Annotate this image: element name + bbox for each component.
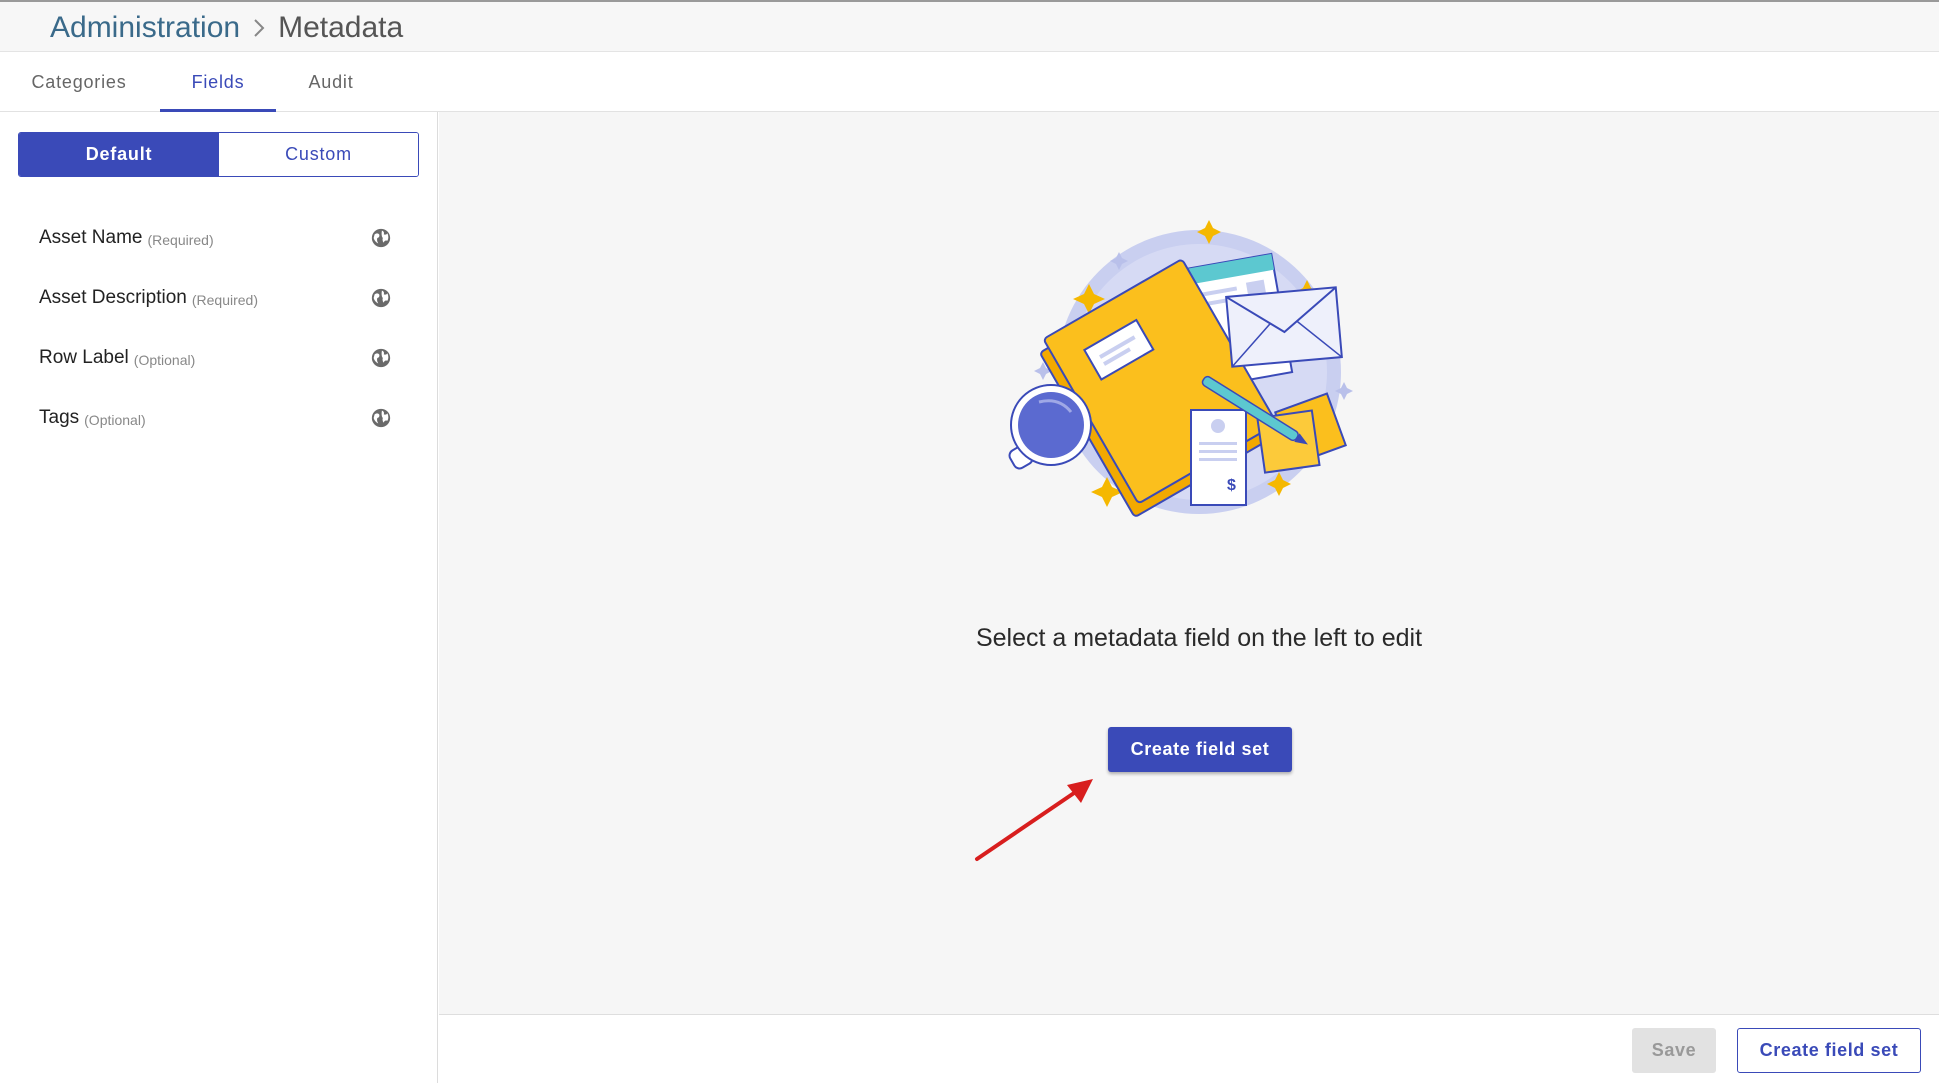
default-custom-toggle: Default Custom [18,132,419,177]
field-name: Tags [39,407,80,428]
globe-icon [371,348,391,368]
globe-icon [371,228,391,248]
footer-create-field-set-button[interactable]: Create field set [1737,1028,1921,1073]
field-item-tags[interactable]: Tags (Optional) [0,388,437,448]
tab-audit[interactable]: Audit [300,52,362,112]
breadcrumb-administration-link[interactable]: Administration [50,10,240,46]
create-field-set-button[interactable]: Create field set [1108,727,1292,772]
custom-toggle-button[interactable]: Custom [219,133,418,176]
footer-bar: Save Create field set [439,1014,1939,1083]
field-item-row-label[interactable]: Row Label (Optional) [0,328,437,388]
svg-text:$: $ [1227,477,1236,494]
main-panel: $ Select a metadata field on the left to… [439,112,1939,1014]
empty-state-message: Select a metadata field on the left to e… [975,624,1423,652]
field-name: Asset Description [39,287,187,308]
default-toggle-button[interactable]: Default [19,133,219,176]
breadcrumb: Administration Metadata [50,10,403,46]
field-name: Asset Name [39,227,143,248]
chevron-right-icon [252,17,266,39]
field-requirement: (Required) [191,291,258,308]
breadcrumb-current: Metadata [278,11,404,44]
save-button[interactable]: Save [1632,1028,1716,1073]
tab-fields[interactable]: Fields [160,52,276,112]
fields-sidebar: Default Custom Asset Name (Required) Ass… [0,112,438,1083]
field-name: Row Label [39,347,129,368]
documents-illustration: $ [1008,220,1353,517]
field-requirement: (Optional) [133,351,196,368]
field-requirement: (Required) [147,231,214,248]
globe-icon [371,408,391,428]
globe-icon [371,288,391,308]
page-header: Administration Metadata [0,0,1939,52]
field-item-asset-description[interactable]: Asset Description (Required) [0,268,437,328]
field-item-asset-name[interactable]: Asset Name (Required) [0,208,437,268]
tab-categories[interactable]: Categories [28,52,130,112]
field-requirement: (Optional) [84,411,146,428]
field-list: Asset Name (Required) Asset Description … [0,208,437,448]
annotation-arrow-icon [975,779,1093,861]
tab-bar: Categories Fields Audit [0,52,1939,112]
app-window: Administration Metadata Categories Field… [0,0,1939,1083]
